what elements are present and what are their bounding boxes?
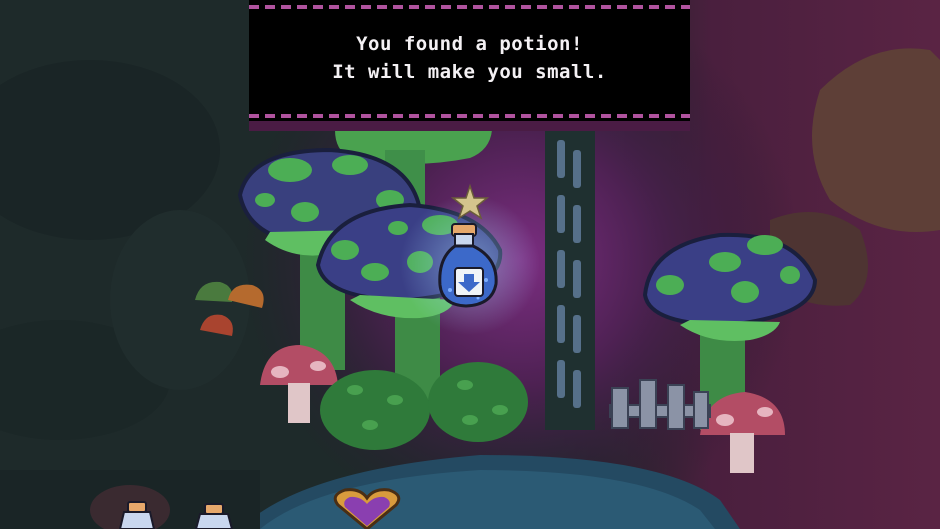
dialog-line-2: It will make you small.: [332, 61, 607, 83]
dialog-line-1: You found a potion!: [356, 33, 583, 55]
dialog-box[interactable]: You found a potion! It will make you sma…: [249, 0, 690, 131]
dialog-text: You found a potion! It will make you sma…: [249, 30, 690, 86]
game-scene: You found a potion! It will make you sma…: [0, 0, 940, 529]
dialog-border-strip: [249, 121, 690, 131]
dialog-border-bottom: [249, 114, 690, 118]
dialog-border-top: [249, 5, 690, 9]
